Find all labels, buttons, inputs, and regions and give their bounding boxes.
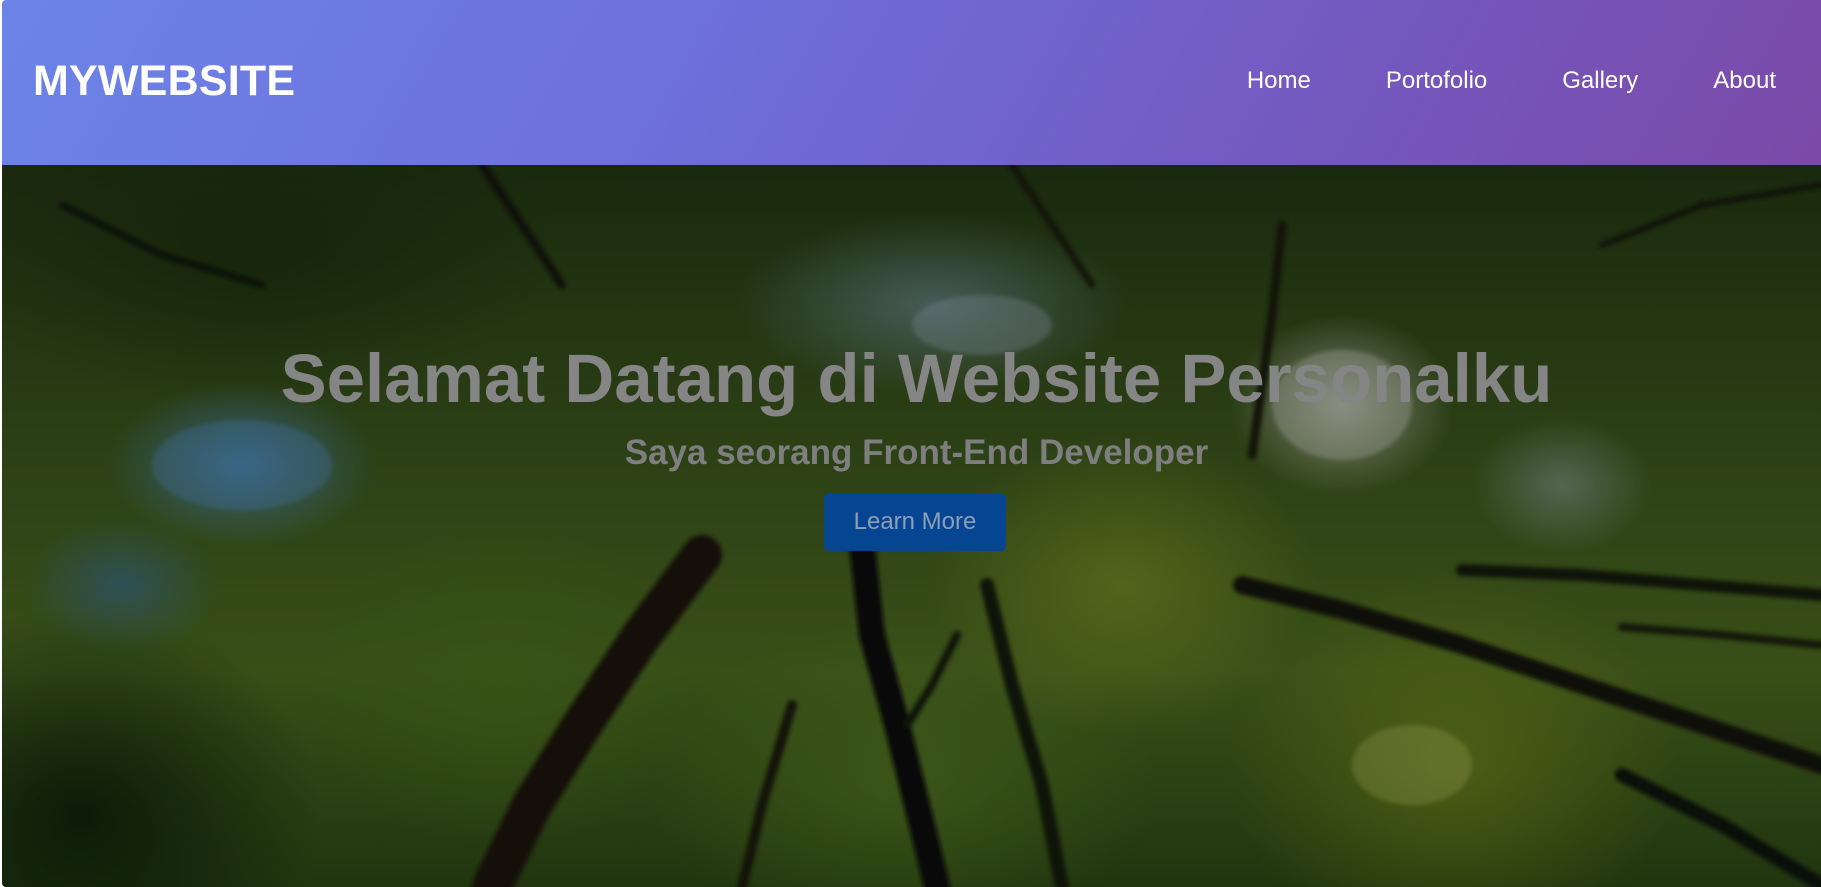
page: MYWEBSITE Home Portofolio Gallery About <box>2 0 1821 887</box>
nav-link-portofolio[interactable]: Portofolio <box>1386 67 1487 94</box>
nav-item-home: Home <box>1247 66 1311 96</box>
nav-link-about[interactable]: About <box>1713 67 1776 94</box>
hero-section: Selamat Datang di Website Personalku Say… <box>2 165 1821 887</box>
site-header: MYWEBSITE Home Portofolio Gallery About <box>2 0 1821 165</box>
hero-subtitle: Saya seorang Front-End Developer <box>624 433 1209 472</box>
nav-link-home[interactable]: Home <box>1247 67 1311 94</box>
main-nav: Home Portofolio Gallery About <box>1247 66 1776 96</box>
learn-more-button[interactable]: Learn More <box>824 493 1006 551</box>
hero-title: Selamat Datang di Website Personalku <box>280 340 1553 417</box>
site-logo[interactable]: MYWEBSITE <box>33 55 295 107</box>
nav-link-gallery[interactable]: Gallery <box>1562 67 1638 94</box>
nav-item-about: About <box>1713 66 1776 96</box>
nav-item-gallery: Gallery <box>1562 66 1638 96</box>
nav-item-portofolio: Portofolio <box>1386 66 1487 96</box>
